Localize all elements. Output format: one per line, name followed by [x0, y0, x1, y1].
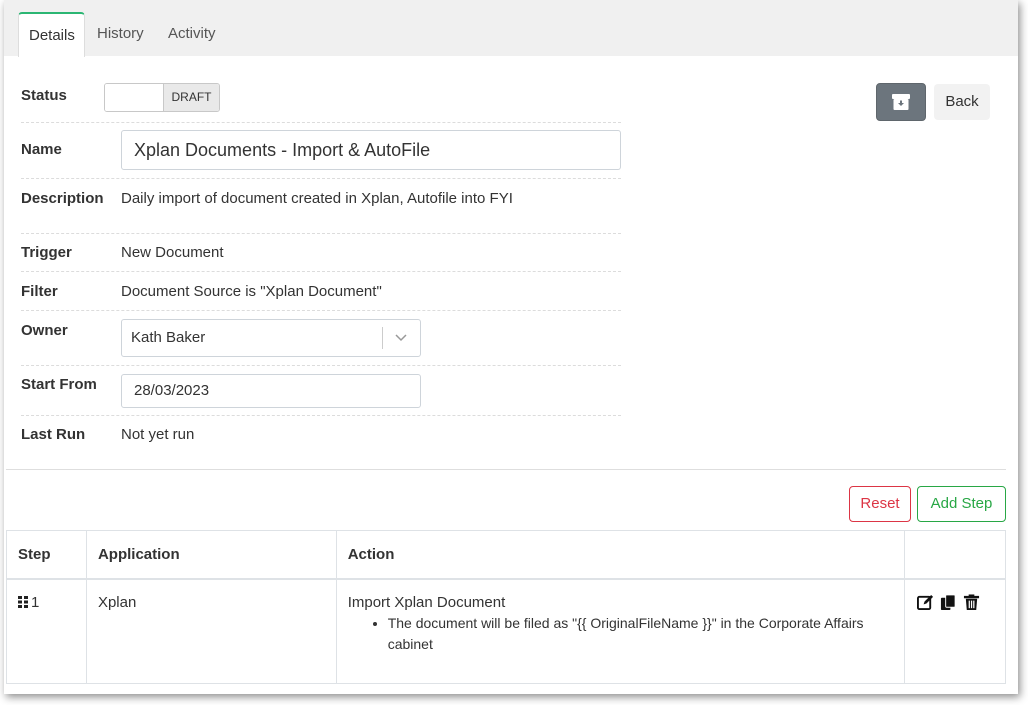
tab-details[interactable]: Details [18, 12, 85, 57]
start-date-input[interactable]: 28/03/2023 [121, 374, 421, 408]
start-from-label: Start From [21, 376, 97, 393]
steps-table: Step Application Action 1 Xplan Import X… [6, 530, 1006, 684]
action-cell: Import Xplan Document The document will … [335, 578, 906, 684]
description-row: Description Daily import of document cre… [21, 179, 621, 234]
column-header-action: Action [335, 530, 906, 580]
add-step-button[interactable]: Add Step [917, 486, 1006, 522]
name-label: Name [21, 141, 62, 158]
status-badge: DRAFT [163, 84, 219, 111]
owner-label: Owner [21, 322, 68, 339]
action-details-list: The document will be filed as "{{ Origin… [348, 613, 893, 655]
status-toggle[interactable]: DRAFT [104, 83, 220, 112]
last-run-label: Last Run [21, 426, 86, 443]
archive-icon [892, 94, 910, 110]
back-button[interactable]: Back [934, 84, 990, 120]
owner-select[interactable]: Kath Baker [121, 319, 421, 357]
automation-detail-window: Details History Activity Status DRAFT Na… [4, 0, 1018, 694]
owner-selected-value: Kath Baker [131, 329, 206, 346]
table-row: 1 Xplan Import Xplan Document The docume… [6, 578, 1006, 684]
archive-button[interactable] [876, 83, 926, 121]
drag-handle-icon[interactable] [18, 595, 28, 608]
select-separator [382, 327, 383, 349]
copy-icon[interactable] [940, 594, 957, 611]
tab-activity[interactable]: Activity [158, 12, 226, 56]
step-number: 1 [31, 593, 40, 611]
trigger-row: Trigger New Document [21, 234, 621, 272]
toggle-track [105, 84, 164, 111]
table-header-row: Step Application Action [6, 530, 1006, 580]
trigger-value: New Document [121, 244, 224, 261]
action-detail-item: The document will be filed as "{{ Origin… [388, 613, 893, 655]
column-header-operations [904, 530, 1006, 580]
description-label: Description [21, 190, 104, 207]
tab-bar: Details History Activity [4, 0, 1018, 57]
application-cell: Xplan [85, 578, 337, 684]
action-title: Import Xplan Document [347, 593, 506, 611]
filter-row: Filter Document Source is "Xplan Documen… [21, 272, 621, 311]
step-cell: 1 [6, 578, 87, 684]
column-header-step: Step [6, 530, 87, 580]
column-header-application: Application [85, 530, 337, 580]
filter-value: Document Source is "Xplan Document" [121, 283, 382, 300]
description-value: Daily import of document created in Xpla… [121, 190, 513, 207]
chevron-down-icon[interactable] [394, 330, 408, 344]
status-label: Status [21, 87, 67, 104]
delete-icon[interactable] [963, 594, 980, 611]
reset-button[interactable]: Reset [849, 486, 911, 522]
last-run-row: Last Run Not yet run [21, 416, 621, 454]
section-divider [6, 469, 1006, 470]
name-input[interactable]: Xplan Documents - Import & AutoFile [121, 130, 621, 170]
trigger-label: Trigger [21, 244, 72, 261]
tab-history[interactable]: History [87, 12, 154, 56]
filter-label: Filter [21, 283, 58, 300]
last-run-value: Not yet run [121, 426, 195, 443]
edit-icon[interactable] [917, 594, 934, 611]
operations-cell [904, 578, 1006, 684]
